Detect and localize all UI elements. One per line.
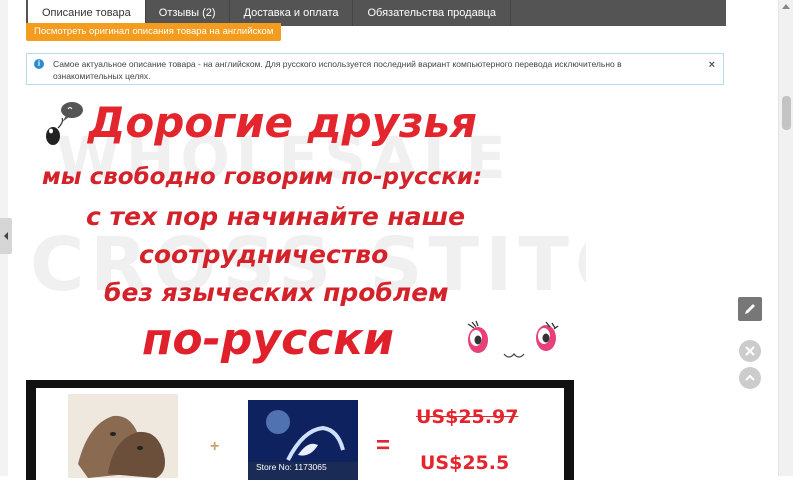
banner-line: соотрудничество <box>139 240 389 269</box>
old-price: US$25.97 <box>416 406 519 428</box>
banner-footer-text: по-русски <box>142 314 394 365</box>
chevron-up-icon <box>745 374 755 381</box>
scrollbar[interactable] <box>778 0 793 476</box>
tab-seller-obligations[interactable]: Обязательства продавца <box>353 0 511 26</box>
product-bundle-inner: + Store No: 1173065 = US$25.97 US$25.5 <box>36 388 564 480</box>
close-icon[interactable]: × <box>709 59 715 71</box>
equals-sign: = <box>376 432 391 459</box>
view-original-description-button[interactable]: Посмотреть оригинал описания товара на а… <box>26 23 282 41</box>
pencil-icon <box>745 304 755 314</box>
scroll-up-arrow-icon[interactable] <box>782 4 790 9</box>
promo-banner: WHOLESALE CROSS STITCH Дорогие друзья мы… <box>26 92 586 374</box>
chevron-left-icon <box>4 232 8 240</box>
store-number-label: Store No: 1173065 <box>256 462 327 472</box>
banner-line: с тех пор начинайте наше <box>86 202 466 231</box>
wolves-image-icon <box>68 394 178 478</box>
close-button[interactable] <box>739 340 761 362</box>
info-icon: i <box>34 59 44 69</box>
notice-text: Самое актуальное описание товара - на ан… <box>53 59 622 81</box>
banner-line: без языческих проблем <box>104 278 449 307</box>
plus-sign: + <box>210 438 220 455</box>
banner-headline: Дорогие друзья <box>88 98 477 147</box>
side-panel-toggle[interactable] <box>0 218 12 254</box>
scrollbar-thumb[interactable] <box>782 96 791 130</box>
scroll-to-top-button[interactable] <box>739 367 761 389</box>
close-icon <box>745 346 755 356</box>
edit-button[interactable] <box>738 297 762 321</box>
cute-face-icon <box>467 320 559 358</box>
banner-line: мы свободно говорим по-русски: <box>42 164 483 190</box>
product-bundle: + Store No: 1173065 = US$25.97 US$25.5 <box>26 380 574 480</box>
translation-notice: i Самое актуальное описание товара - на … <box>26 53 724 85</box>
product-image-wolves[interactable] <box>68 394 178 478</box>
new-price: US$25.5 <box>420 452 510 474</box>
mouse-mascot-icon <box>46 102 83 145</box>
